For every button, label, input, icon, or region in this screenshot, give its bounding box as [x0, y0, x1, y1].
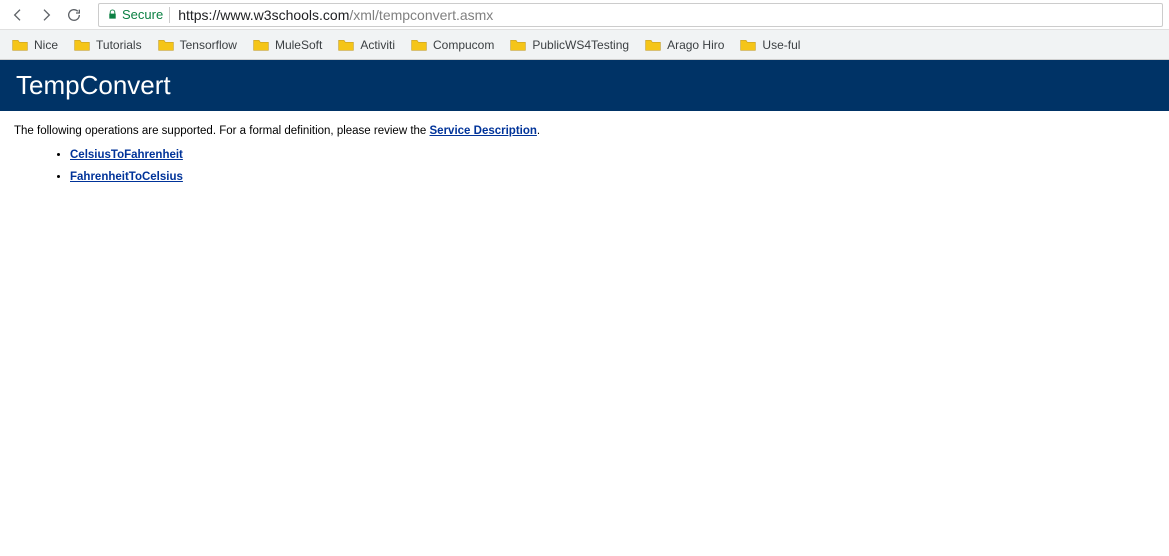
folder-icon — [411, 38, 427, 52]
folder-icon — [253, 38, 269, 52]
url-origin: https://www.w3schools.com — [178, 7, 349, 23]
arrow-right-icon — [38, 7, 54, 23]
address-bar[interactable]: Secure https://www.w3schools.com/xml/tem… — [98, 3, 1163, 27]
intro-suffix: . — [537, 125, 540, 137]
bookmark-item[interactable]: PublicWS4Testing — [510, 38, 629, 52]
url-path: /xml/tempconvert.asmx — [349, 7, 493, 23]
lock-icon — [107, 9, 118, 20]
folder-icon — [12, 38, 28, 52]
list-item: CelsiusToFahrenheit — [70, 149, 1155, 161]
folder-icon — [158, 38, 174, 52]
intro-text: The following operations are supported. … — [14, 125, 1155, 137]
reload-icon — [66, 7, 82, 23]
folder-icon — [510, 38, 526, 52]
bookmark-item[interactable]: Arago Hiro — [645, 38, 724, 52]
page-header: TempConvert — [0, 60, 1169, 111]
folder-icon — [740, 38, 756, 52]
url-text: https://www.w3schools.com/xml/tempconver… — [178, 7, 493, 23]
operations-list: CelsiusToFahrenheit FahrenheitToCelsius — [14, 149, 1155, 183]
bookmark-label: Compucom — [433, 38, 494, 52]
forward-button[interactable] — [34, 3, 58, 27]
browser-toolbar: Secure https://www.w3schools.com/xml/tem… — [0, 0, 1169, 30]
folder-icon — [645, 38, 661, 52]
intro-prefix: The following operations are supported. … — [14, 125, 430, 137]
folder-icon — [74, 38, 90, 52]
bookmark-item[interactable]: Tensorflow — [158, 38, 237, 52]
content: The following operations are supported. … — [0, 111, 1169, 207]
bookmark-label: MuleSoft — [275, 38, 322, 52]
list-item: FahrenheitToCelsius — [70, 171, 1155, 183]
bookmark-label: Tutorials — [96, 38, 142, 52]
service-description-link[interactable]: Service Description — [430, 125, 537, 137]
bookmark-item[interactable]: Activiti — [338, 38, 395, 52]
bookmark-label: Arago Hiro — [667, 38, 724, 52]
back-button[interactable] — [6, 3, 30, 27]
divider — [169, 7, 170, 23]
bookmark-item[interactable]: Nice — [12, 38, 58, 52]
bookmarks-bar: Nice Tutorials Tensorflow MuleSoft Activ… — [0, 30, 1169, 60]
bookmark-item[interactable]: MuleSoft — [253, 38, 322, 52]
operation-link-celsius-to-fahrenheit[interactable]: CelsiusToFahrenheit — [70, 149, 183, 161]
bookmark-label: Activiti — [360, 38, 395, 52]
bookmark-item[interactable]: Use-ful — [740, 38, 800, 52]
operation-link-fahrenheit-to-celsius[interactable]: FahrenheitToCelsius — [70, 171, 183, 183]
bookmark-item[interactable]: Compucom — [411, 38, 494, 52]
bookmark-label: PublicWS4Testing — [532, 38, 629, 52]
bookmark-item[interactable]: Tutorials — [74, 38, 142, 52]
reload-button[interactable] — [62, 3, 86, 27]
bookmark-label: Tensorflow — [180, 38, 237, 52]
page-title: TempConvert — [16, 70, 1153, 101]
bookmark-label: Nice — [34, 38, 58, 52]
bookmark-label: Use-ful — [762, 38, 800, 52]
secure-label: Secure — [122, 7, 163, 22]
folder-icon — [338, 38, 354, 52]
arrow-left-icon — [10, 7, 26, 23]
